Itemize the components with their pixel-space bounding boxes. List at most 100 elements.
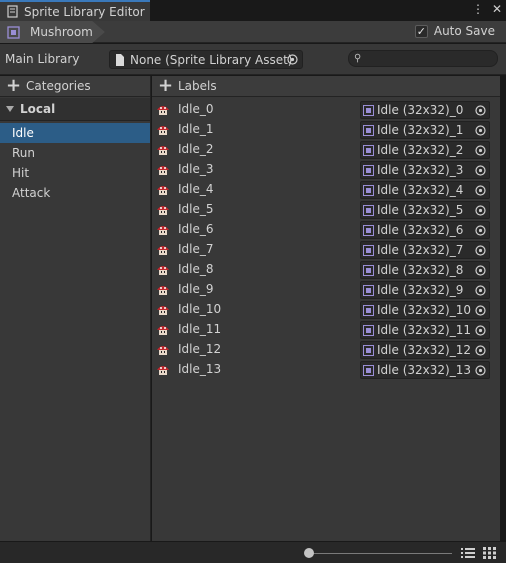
- object-picker-icon[interactable]: [472, 243, 488, 257]
- category-group-local[interactable]: Local: [0, 98, 150, 121]
- label-row[interactable]: Idle_2 Idle (32x32)_2: [152, 140, 506, 160]
- tab-title: Sprite Library Editor: [24, 4, 145, 19]
- object-picker-icon[interactable]: [472, 203, 488, 217]
- foldout-arrow-icon[interactable]: [6, 106, 14, 112]
- sprite-icon: [363, 284, 374, 296]
- object-picker-icon[interactable]: [472, 163, 488, 177]
- label-row[interactable]: Idle_13 Idle (32x32)_13: [152, 360, 506, 380]
- label-row[interactable]: Idle_0 Idle (32x32)_0: [152, 100, 506, 120]
- object-picker-icon[interactable]: [472, 143, 488, 157]
- object-picker-icon[interactable]: [472, 103, 488, 117]
- label-name[interactable]: Idle_3: [178, 162, 214, 176]
- label-name[interactable]: Idle_1: [178, 122, 214, 136]
- sprite-object-field[interactable]: Idle (32x32)_12: [360, 341, 490, 359]
- grid-view-icon[interactable]: [483, 547, 497, 559]
- object-picker-icon[interactable]: [472, 283, 488, 297]
- main-library-field[interactable]: None (Sprite Library Asset): [109, 50, 303, 69]
- sprite-object-field[interactable]: Idle (32x32)_10: [360, 301, 490, 319]
- label-name[interactable]: Idle_11: [178, 322, 221, 336]
- sprite-object-field[interactable]: Idle (32x32)_1: [360, 121, 490, 139]
- mushroom-sprite-icon: [157, 206, 169, 215]
- sprite-object-field[interactable]: Idle (32x32)_2: [360, 141, 490, 159]
- object-picker-icon[interactable]: [472, 123, 488, 137]
- add-label-icon[interactable]: +: [158, 77, 173, 95]
- auto-save-toggle[interactable]: ✓ Auto Save: [414, 24, 495, 38]
- label-name[interactable]: Idle_10: [178, 302, 221, 316]
- sprite-object-field[interactable]: Idle (32x32)_13: [360, 361, 490, 379]
- sprite-icon: [363, 344, 374, 356]
- labels-header: + Labels: [152, 76, 506, 97]
- label-name[interactable]: Idle_0: [178, 102, 214, 116]
- label-row[interactable]: Idle_10 Idle (32x32)_10: [152, 300, 506, 320]
- mushroom-sprite-icon: [157, 286, 169, 295]
- object-picker-icon[interactable]: [283, 52, 301, 67]
- category-item[interactable]: Hit: [0, 163, 150, 183]
- mushroom-sprite-icon: [157, 186, 169, 195]
- sprite-object-field[interactable]: Idle (32x32)_9: [360, 281, 490, 299]
- label-name[interactable]: Idle_4: [178, 182, 214, 196]
- label-name[interactable]: Idle_8: [178, 262, 214, 276]
- search-input[interactable]: ⚲: [348, 50, 498, 67]
- label-row[interactable]: Idle_6 Idle (32x32)_6: [152, 220, 506, 240]
- kebab-icon[interactable]: ⋮: [472, 2, 484, 16]
- sprite-library-icon: [7, 5, 18, 18]
- breadcrumb[interactable]: Mushroom: [0, 21, 105, 43]
- list-view-icon[interactable]: [461, 547, 475, 559]
- label-name[interactable]: Idle_9: [178, 282, 214, 296]
- label-name[interactable]: Idle_6: [178, 222, 214, 236]
- category-item[interactable]: Run: [0, 143, 150, 163]
- label-list: Idle_0 Idle (32x32)_0 Idle_1 Idle (32x32)_1…: [152, 100, 506, 380]
- label-row[interactable]: Idle_8 Idle (32x32)_8: [152, 260, 506, 280]
- object-picker-icon[interactable]: [472, 343, 488, 357]
- label-row[interactable]: Idle_9 Idle (32x32)_9: [152, 280, 506, 300]
- sprite-object-field[interactable]: Idle (32x32)_0: [360, 101, 490, 119]
- sprite-value: Idle (32x32)_11: [377, 323, 471, 337]
- sprite-value: Idle (32x32)_3: [377, 163, 464, 177]
- category-item[interactable]: Attack: [0, 183, 150, 203]
- label-name[interactable]: Idle_2: [178, 142, 214, 156]
- sprite-icon: [363, 364, 374, 376]
- label-row[interactable]: Idle_7 Idle (32x32)_7: [152, 240, 506, 260]
- sprite-object-field[interactable]: Idle (32x32)_8: [360, 261, 490, 279]
- category-group-label: Local: [20, 102, 56, 116]
- sprite-object-field[interactable]: Idle (32x32)_4: [360, 181, 490, 199]
- object-picker-icon[interactable]: [472, 223, 488, 237]
- sprite-object-field[interactable]: Idle (32x32)_7: [360, 241, 490, 259]
- sprite-icon: [363, 204, 374, 216]
- label-name[interactable]: Idle_13: [178, 362, 221, 376]
- categories-pane: + Categories Local Idle Run Hit Attack: [0, 76, 151, 541]
- sprite-value: Idle (32x32)_0: [377, 103, 464, 117]
- object-picker-icon[interactable]: [472, 183, 488, 197]
- sprite-value: Idle (32x32)_8: [377, 263, 464, 277]
- sprite-object-field[interactable]: Idle (32x32)_3: [360, 161, 490, 179]
- sprite-object-field[interactable]: Idle (32x32)_6: [360, 221, 490, 239]
- add-category-icon[interactable]: +: [6, 77, 21, 95]
- auto-save-checkbox[interactable]: ✓: [414, 24, 428, 38]
- category-item[interactable]: Idle: [0, 123, 150, 143]
- label-row[interactable]: Idle_11 Idle (32x32)_11: [152, 320, 506, 340]
- label-row[interactable]: Idle_4 Idle (32x32)_4: [152, 180, 506, 200]
- object-picker-icon[interactable]: [472, 363, 488, 377]
- mushroom-sprite-icon: [157, 146, 169, 155]
- object-picker-icon[interactable]: [472, 303, 488, 317]
- zoom-slider-handle[interactable]: [304, 548, 314, 558]
- sprite-icon: [363, 244, 374, 256]
- object-picker-icon[interactable]: [472, 323, 488, 337]
- close-icon[interactable]: ✕: [492, 2, 502, 16]
- panel-divider: [500, 76, 506, 541]
- label-name[interactable]: Idle_5: [178, 202, 214, 216]
- label-row[interactable]: Idle_1 Idle (32x32)_1: [152, 120, 506, 140]
- tab-sprite-library-editor[interactable]: Sprite Library Editor: [0, 0, 150, 21]
- label-row[interactable]: Idle_5 Idle (32x32)_5: [152, 200, 506, 220]
- label-row[interactable]: Idle_3 Idle (32x32)_3: [152, 160, 506, 180]
- label-row[interactable]: Idle_12 Idle (32x32)_12: [152, 340, 506, 360]
- search-icon: ⚲: [354, 53, 362, 64]
- zoom-slider-track[interactable]: [310, 553, 452, 554]
- sprite-object-field[interactable]: Idle (32x32)_11: [360, 321, 490, 339]
- label-name[interactable]: Idle_7: [178, 242, 214, 256]
- label-name[interactable]: Idle_12: [178, 342, 221, 356]
- object-picker-icon[interactable]: [472, 263, 488, 277]
- sprite-icon: [363, 264, 374, 276]
- sprite-object-field[interactable]: Idle (32x32)_5: [360, 201, 490, 219]
- categories-title: Categories: [26, 79, 91, 93]
